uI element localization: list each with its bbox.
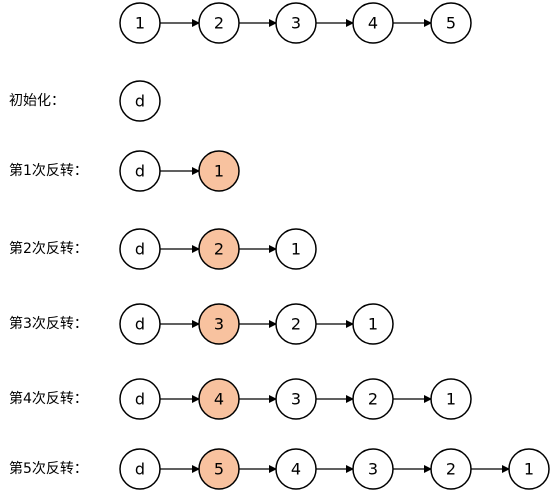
list-node: 5	[430, 2, 472, 44]
node-value: d	[135, 162, 145, 181]
dummy-head-node: d	[119, 150, 161, 192]
dummy-head-node: d	[119, 228, 161, 270]
node-value: 3	[291, 14, 301, 33]
row-label: 第5次反转：	[9, 460, 88, 477]
list-node: 2	[198, 228, 240, 270]
node-value: 3	[368, 460, 378, 479]
node-value: 4	[291, 460, 301, 479]
node-value: 1	[135, 14, 145, 33]
dummy-head-node: d	[119, 303, 161, 345]
node-value: 3	[291, 390, 301, 409]
list-row: 初始化： d	[9, 80, 161, 122]
list-node: 3	[275, 378, 317, 420]
dummy-head-node: d	[119, 448, 161, 490]
list-row: 第2次反转： d 2 1	[9, 228, 317, 270]
list-node: 2	[352, 378, 394, 420]
node-value: d	[135, 240, 145, 259]
node-value: 4	[368, 14, 378, 33]
list-node: 5	[198, 448, 240, 490]
row-label: 第1次反转：	[9, 162, 88, 179]
list-node: 1	[198, 150, 240, 192]
node-value: 2	[446, 460, 456, 479]
list-node: 1	[119, 2, 161, 44]
list-row: 第1次反转： d 1	[9, 150, 240, 192]
list-row: 第5次反转： d 5 4 3 2 1	[9, 448, 550, 490]
list-node: 2	[275, 303, 317, 345]
list-row: 第4次反转： d 4 3 2 1	[9, 378, 472, 420]
node-value: 5	[446, 14, 456, 33]
row-label: 第4次反转：	[9, 390, 88, 407]
list-node: 4	[198, 378, 240, 420]
list-node: 3	[198, 303, 240, 345]
node-value: 1	[446, 390, 456, 409]
node-value: 2	[291, 315, 301, 334]
dummy-head-node: d	[119, 80, 161, 122]
list-row: 1 2 3 4 5	[119, 2, 472, 44]
list-node: 2	[430, 448, 472, 490]
list-node: 3	[352, 448, 394, 490]
node-value: 2	[214, 14, 224, 33]
list-node: 1	[275, 228, 317, 270]
node-value: d	[135, 92, 145, 111]
list-node: 1	[508, 448, 550, 490]
node-value: d	[135, 315, 145, 334]
node-value: 1	[291, 240, 301, 259]
node-value: 4	[214, 390, 224, 409]
node-value: 2	[214, 240, 224, 259]
row-label: 第2次反转：	[9, 240, 88, 257]
node-value: 1	[524, 460, 534, 479]
list-node: 3	[275, 2, 317, 44]
node-value: d	[135, 460, 145, 479]
list-node: 4	[352, 2, 394, 44]
row-label: 第3次反转：	[9, 315, 88, 332]
node-value: 1	[368, 315, 378, 334]
linked-list-reversal-diagram: 1 2 3 4 5初始化： d第1次反转： d 1第2次反转： d 2 1第3次反转： d 3 2 1第4次…	[9, 2, 550, 490]
node-value: d	[135, 390, 145, 409]
list-node: 2	[198, 2, 240, 44]
list-node: 1	[352, 303, 394, 345]
node-value: 1	[214, 162, 224, 181]
dummy-head-node: d	[119, 378, 161, 420]
node-value: 5	[214, 460, 224, 479]
node-value: 3	[214, 315, 224, 334]
list-row: 第3次反转： d 3 2 1	[9, 303, 394, 345]
list-node: 4	[275, 448, 317, 490]
row-label: 初始化：	[9, 92, 65, 109]
list-node: 1	[430, 378, 472, 420]
node-value: 2	[368, 390, 378, 409]
